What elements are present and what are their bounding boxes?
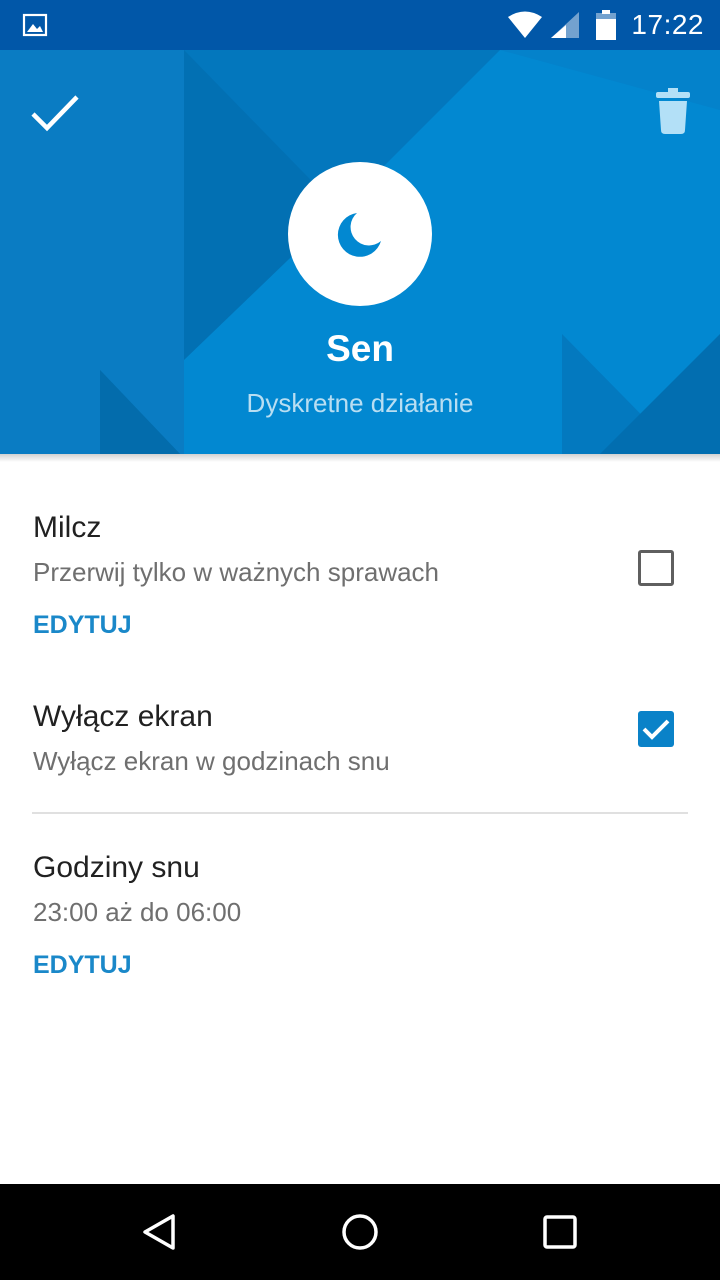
setting-sleep-hours-edit-button[interactable]: EDYTUJ bbox=[33, 950, 132, 980]
home-button[interactable] bbox=[330, 1202, 390, 1262]
setting-screen-off-title: Wyłącz ekran bbox=[33, 700, 213, 733]
setting-screen-off-description: Wyłącz ekran w godzinach snu bbox=[33, 746, 390, 776]
setting-silence-edit-button[interactable]: EDYTUJ bbox=[33, 610, 132, 640]
confirm-button[interactable] bbox=[20, 78, 90, 148]
setting-sleep-hours-value: 23:00 aż do 06:00 bbox=[33, 897, 242, 927]
checkmark-icon bbox=[642, 719, 670, 740]
status-time: 17:22 bbox=[631, 9, 704, 40]
image-notification-icon bbox=[22, 13, 48, 37]
wifi-icon bbox=[508, 11, 543, 38]
moon-icon bbox=[337, 213, 381, 257]
setting-screen-off-checkbox[interactable] bbox=[638, 711, 674, 747]
recents-button[interactable] bbox=[530, 1202, 590, 1262]
setting-sleep-hours: Godziny snu 23:00 aż do 06:00 EDYTUJ bbox=[33, 850, 688, 980]
home-icon bbox=[342, 1214, 378, 1250]
delete-button[interactable] bbox=[638, 76, 708, 146]
navigation-bar bbox=[0, 1184, 720, 1280]
status-icons: 17:22 bbox=[507, 0, 704, 50]
status-bar: 17:22 bbox=[0, 0, 720, 50]
mode-header: Sen Dyskretne działanie bbox=[0, 50, 720, 454]
mode-icon-circle bbox=[288, 162, 432, 306]
back-button[interactable] bbox=[130, 1202, 190, 1262]
setting-silence-title: Milcz bbox=[33, 511, 102, 544]
battery-icon bbox=[596, 10, 617, 40]
setting-silence-description: Przerwij tylko w ważnych sprawach bbox=[33, 557, 440, 587]
recents-icon bbox=[543, 1215, 577, 1249]
setting-screen-off: Wyłącz ekran Wyłącz ekran w godzinach sn… bbox=[33, 699, 688, 777]
divider bbox=[32, 812, 688, 814]
mode-title: Sen bbox=[326, 328, 394, 369]
check-icon bbox=[31, 95, 79, 132]
setting-silence: Milcz Przerwij tylko w ważnych sprawach … bbox=[33, 510, 688, 640]
header-shadow bbox=[0, 454, 720, 462]
back-icon bbox=[143, 1214, 175, 1250]
setting-sleep-hours-title: Godziny snu bbox=[33, 851, 200, 884]
trash-icon bbox=[656, 88, 690, 134]
signal-icon bbox=[551, 12, 580, 38]
mode-subtitle: Dyskretne działanie bbox=[246, 388, 474, 418]
setting-silence-checkbox[interactable] bbox=[638, 550, 674, 586]
